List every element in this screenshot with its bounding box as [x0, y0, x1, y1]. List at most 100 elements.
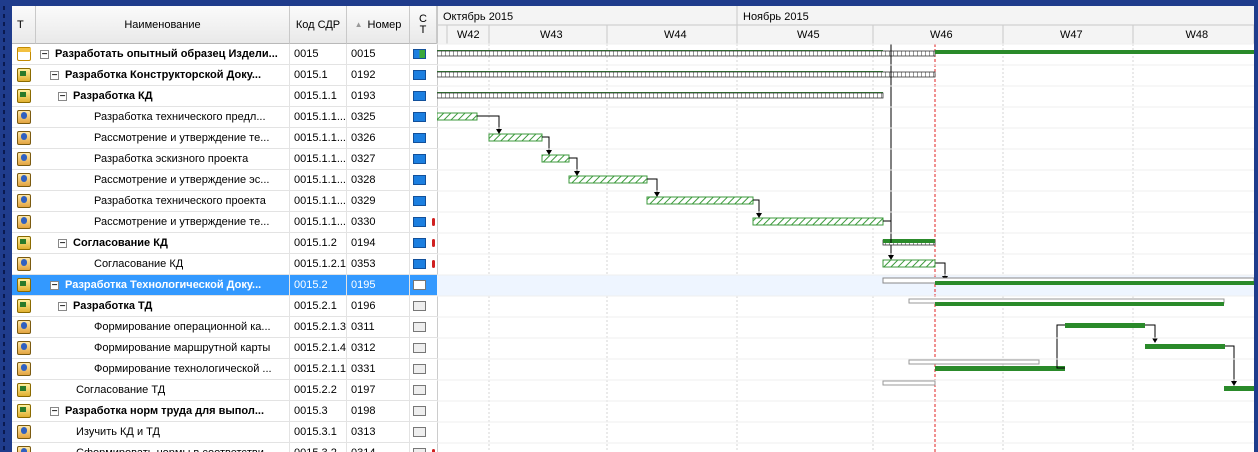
task-icon	[17, 110, 31, 124]
wbs-code: 0015.3	[290, 401, 347, 422]
status-cell	[410, 107, 437, 128]
gantt-chart: Октябрь 2015 Ноябрь 2015 W42 W43 W44 W45 W46 W4…	[437, 6, 1254, 452]
timeline-week-label: W43	[540, 29, 563, 41]
table-row[interactable]: − Разработать опытный образец Издели... 00…	[12, 44, 437, 65]
task-name: Формирование операционной ка...	[94, 321, 271, 333]
table-row[interactable]: − Разработка ТД 0015.2.1 0196	[12, 296, 437, 317]
status-indicator	[413, 112, 426, 122]
warning-marker-icon	[432, 218, 435, 226]
task-number: 0198	[347, 401, 410, 422]
dependency-link	[647, 178, 658, 194]
collapse-toggle-icon[interactable]: −	[58, 238, 67, 248]
status-indicator	[413, 364, 426, 374]
column-header-code[interactable]: Код СДР	[290, 6, 347, 44]
column-header-name[interactable]: Наименование	[36, 6, 290, 44]
wbs-code: 0015.1.2	[290, 233, 347, 254]
task-number: 0327	[347, 149, 410, 170]
table-row[interactable]: Сформировать нормы в соответстви... 0015.…	[12, 443, 437, 452]
timeline-week-label: W48	[1186, 29, 1209, 41]
task-number: 0197	[347, 380, 410, 401]
column-header-number[interactable]: ▲ Номер	[347, 6, 410, 44]
collapse-toggle-icon[interactable]: −	[50, 406, 59, 416]
table-row[interactable]: Рассмотрение и утверждение те... 0015.1.1…	[12, 128, 437, 149]
task-number: 0314	[347, 443, 410, 452]
task-bar	[1065, 323, 1145, 328]
status-cell	[410, 338, 437, 359]
table-row[interactable]: Изучить КД и ТД 0015.3.1 0313	[12, 422, 437, 443]
status-cell	[410, 254, 437, 275]
summary-icon	[17, 89, 31, 103]
name-cell: − Разработка Технологической Доку...	[36, 275, 290, 296]
name-cell: Рассмотрение и утверждение те...	[36, 128, 290, 149]
table-row[interactable]: Формирование маршрутной карты 0015.2.1.4 0…	[12, 338, 437, 359]
summary-icon	[17, 278, 31, 292]
table-row[interactable]: Рассмотрение и утверждение те... 0015.1.1…	[12, 212, 437, 233]
table-row[interactable]: − Разработка КД 0015.1.1 0193	[12, 86, 437, 107]
table-row[interactable]: Рассмотрение и утверждение эс... 0015.1.1…	[12, 170, 437, 191]
task-name: Разработка ТД	[73, 300, 153, 312]
status-indicator	[413, 322, 426, 332]
type-cell	[12, 86, 36, 107]
task-name: Сформировать нормы в соответстви...	[76, 447, 273, 452]
summary-icon	[17, 68, 31, 82]
table-row[interactable]: − Разработка норм труда для выпол... 0015.…	[12, 401, 437, 422]
task-number: 0331	[347, 359, 410, 380]
task-bar	[568, 175, 648, 184]
collapse-toggle-icon[interactable]: −	[58, 301, 67, 311]
table-row[interactable]: Согласование ТД 0015.2.2 0197	[12, 380, 437, 401]
task-number: 0329	[347, 191, 410, 212]
column-header-type[interactable]: T	[12, 6, 36, 44]
task-icon	[17, 320, 31, 334]
table-row[interactable]: Согласование КД 0015.1.2.1 0353	[12, 254, 437, 275]
table-row[interactable]: − Разработка Конструкторской Доку... 0015.…	[12, 65, 437, 86]
status-indicator	[413, 280, 426, 290]
timeline-week-label: W46	[930, 29, 953, 41]
wbs-code: 0015.1.1...	[290, 128, 347, 149]
task-icon	[17, 173, 31, 187]
type-cell	[12, 422, 36, 443]
dependency-arrow	[496, 129, 502, 134]
table-row[interactable]: − Разработка Технологической Доку... 0015.…	[12, 275, 437, 296]
wbs-code: 0015.2.2	[290, 380, 347, 401]
collapse-toggle-icon[interactable]: −	[50, 70, 59, 80]
wbs-code: 0015.2.1.3	[290, 317, 347, 338]
name-cell: − Согласование КД	[36, 233, 290, 254]
task-number: 0330	[347, 212, 410, 233]
name-cell: − Разработка ТД	[36, 296, 290, 317]
dependency-link	[1056, 324, 1065, 369]
wbs-code: 0015.2.1.1	[290, 359, 347, 380]
column-header-status[interactable]: С Т	[410, 6, 437, 44]
type-cell	[12, 149, 36, 170]
task-bar	[882, 259, 936, 268]
task-number: 0194	[347, 233, 410, 254]
task-number: 0193	[347, 86, 410, 107]
task-name: Формирование маршрутной карты	[94, 342, 271, 354]
collapse-toggle-icon[interactable]: −	[58, 91, 67, 101]
table-row[interactable]: Разработка эскизного проекта 0015.1.1... 0…	[12, 149, 437, 170]
summary-bar	[437, 92, 884, 99]
timeline-week-label: W47	[1060, 29, 1083, 41]
name-cell: Формирование маршрутной карты	[36, 338, 290, 359]
type-cell	[12, 380, 36, 401]
dependency-link	[753, 199, 760, 215]
task-bar	[541, 154, 570, 163]
collapse-toggle-icon[interactable]: −	[40, 49, 49, 59]
task-name: Формирование технологической ...	[94, 363, 272, 375]
status-indicator	[413, 343, 426, 353]
task-name: Согласование ТД	[76, 384, 166, 396]
table-row[interactable]: Формирование технологической ... 0015.2.1…	[12, 359, 437, 380]
folder-icon	[17, 47, 31, 61]
status-indicator	[413, 133, 426, 143]
type-cell	[12, 254, 36, 275]
task-name: Разработка норм труда для выпол...	[65, 405, 264, 417]
wbs-code: 0015.2	[290, 275, 347, 296]
table-row[interactable]: Разработка технического предл... 0015.1.1…	[12, 107, 437, 128]
task-number: 0192	[347, 65, 410, 86]
table-row[interactable]: Формирование операционной ка... 0015.2.1.…	[12, 317, 437, 338]
wbs-code: 0015.1.1...	[290, 149, 347, 170]
table-row[interactable]: − Согласование КД 0015.1.2 0194	[12, 233, 437, 254]
status-cell	[410, 296, 437, 317]
collapse-toggle-icon[interactable]: −	[50, 280, 59, 290]
table-row[interactable]: Разработка технического проекта 0015.1.1.…	[12, 191, 437, 212]
task-bar	[1224, 386, 1254, 391]
